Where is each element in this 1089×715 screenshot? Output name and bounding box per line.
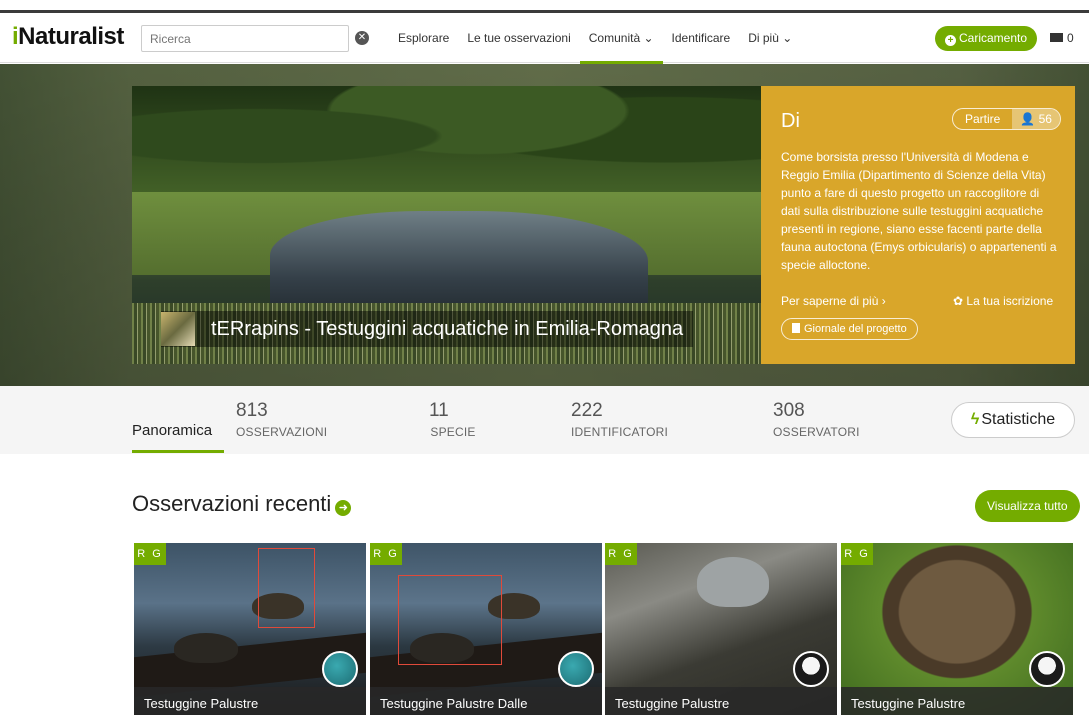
logo-text: Naturalist	[18, 23, 124, 50]
nav-your-observations[interactable]: Le tue osservazioni	[458, 13, 579, 63]
stat-species-label: SPECIE	[430, 425, 476, 439]
stat-species[interactable]: 11 SPECIE	[423, 400, 483, 439]
stat-observers[interactable]: 308 OSSERVATORI	[773, 400, 860, 439]
nav-more[interactable]: Di più ⌄	[739, 13, 801, 63]
join-label: Partire	[965, 112, 1001, 126]
project-icon	[161, 312, 195, 346]
observer-avatar[interactable]	[1029, 651, 1065, 687]
journal-label: Giornale del progetto	[804, 323, 907, 335]
stat-observers-value: 308	[773, 400, 805, 421]
project-title: tERrapins - Testuggini acquatiche in Emi…	[211, 317, 684, 340]
observation-card[interactable]: R G Testuggine Palustre	[841, 543, 1073, 715]
observation-name: Testuggine Palustre	[841, 687, 1073, 715]
envelope-icon	[1050, 33, 1063, 42]
project-title-banner: tERrapins - Testuggini acquatiche in Emi…	[161, 311, 694, 347]
messages-count: 0	[1067, 31, 1074, 45]
photo-turtle	[697, 557, 769, 607]
tab-overview-underline	[132, 450, 224, 453]
research-grade-badge: R G	[841, 543, 873, 565]
membership-label: La tua iscrizione	[966, 294, 1054, 308]
window-top-strip	[0, 0, 1089, 13]
stat-identifiers[interactable]: 222 IDENTIFICATORI	[571, 400, 668, 439]
messages-button[interactable]: 0	[1050, 31, 1074, 45]
observation-card[interactable]: R G Testuggine Palustre	[605, 543, 837, 715]
observation-name: Testuggine Palustre Dalle	[370, 687, 602, 715]
recent-observations-label: Osservazioni recenti	[132, 491, 332, 516]
project-description: Come borsista presso l'Università di Mod…	[781, 150, 1057, 272]
observation-card[interactable]: R G Testuggine Palustre Dalle	[370, 543, 602, 715]
journal-button[interactable]: Giornale del progetto	[781, 318, 918, 340]
research-grade-badge: R G	[134, 543, 166, 565]
observer-avatar[interactable]	[322, 651, 358, 687]
learn-more-link[interactable]: Per saperne di più ›	[781, 294, 886, 308]
tab-overview[interactable]: Panoramica	[132, 422, 212, 439]
stat-observations[interactable]: 813 OSSERVAZIONI	[236, 400, 327, 439]
stat-observations-label: OSSERVAZIONI	[236, 425, 328, 439]
detection-box	[258, 548, 315, 628]
top-navbar: iNaturalist ✕ Esplorare Le tue osservazi…	[0, 13, 1089, 64]
member-count: 👤 56	[1012, 109, 1060, 129]
person-icon: 👤	[1020, 112, 1039, 126]
observation-name: Testuggine Palustre	[134, 687, 366, 715]
gear-icon: ✿	[953, 294, 964, 308]
statistics-button[interactable]: ϟ Statistiche	[951, 402, 1075, 438]
observation-name: Testuggine Palustre	[605, 687, 837, 715]
stat-observers-label: OSSERVATORI	[773, 425, 860, 439]
photo-turtle	[174, 633, 238, 663]
observation-card[interactable]: R G Testuggine Palustre	[134, 543, 366, 715]
view-all-button[interactable]: Visualizza tutto	[975, 490, 1080, 522]
plus-circle-icon: +	[945, 35, 956, 46]
stat-observations-value: 813	[236, 400, 268, 421]
upload-button[interactable]: + Caricamento	[935, 26, 1038, 51]
research-grade-badge: R G	[605, 543, 637, 565]
book-icon	[792, 323, 800, 333]
nav-identify[interactable]: Identificare	[663, 13, 740, 63]
search-clear-icon[interactable]: ✕	[355, 31, 369, 45]
stat-identifiers-label: IDENTIFICATORI	[571, 425, 669, 439]
membership-link[interactable]: ✿ La tua iscrizione	[953, 294, 1053, 308]
nav-explore[interactable]: Esplorare	[389, 13, 458, 63]
arrow-right-icon[interactable]: ➜	[335, 500, 352, 516]
observer-avatar[interactable]	[793, 651, 829, 687]
detection-box	[398, 575, 502, 665]
nav-community[interactable]: Comunità ⌄	[579, 13, 663, 64]
inaturalist-logo[interactable]: iNaturalist	[12, 23, 124, 51]
search-input[interactable]	[141, 25, 349, 52]
observer-avatar[interactable]	[558, 651, 594, 687]
member-count-value: 56	[1038, 112, 1052, 126]
statistics-label: Statistiche	[981, 411, 1056, 428]
upload-label: Caricamento	[959, 31, 1028, 45]
recent-observations-title: Osservazioni recenti ➜	[132, 491, 352, 517]
main-nav: Esplorare Le tue osservazioni Comunità ⌄…	[389, 13, 801, 64]
about-heading: Di	[781, 110, 800, 132]
lightning-icon: ϟ	[970, 411, 980, 428]
stat-species-value: 11	[429, 400, 449, 421]
about-panel: Di Partire 👤 56 Come borsista presso l'U…	[761, 86, 1075, 364]
stat-identifiers-value: 222	[571, 400, 603, 421]
join-button[interactable]: Partire 👤 56	[952, 108, 1061, 130]
research-grade-badge: R G	[370, 543, 402, 565]
project-stats-bar: Panoramica 813 OSSERVAZIONI 11 SPECIE 22…	[0, 386, 1089, 454]
